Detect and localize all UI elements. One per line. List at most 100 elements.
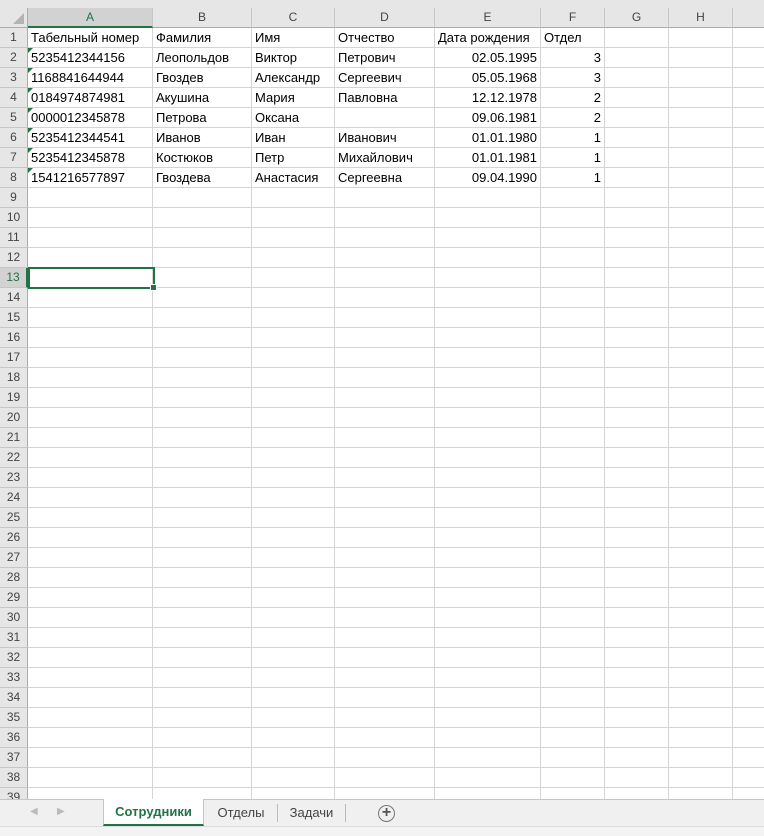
cell[interactable] [252, 248, 335, 268]
cell[interactable] [435, 648, 541, 668]
cell[interactable] [252, 708, 335, 728]
cell[interactable]: Фамилия [153, 28, 252, 48]
cell[interactable] [435, 768, 541, 788]
cell[interactable] [733, 388, 764, 408]
cell[interactable] [28, 548, 153, 568]
cell[interactable] [541, 628, 605, 648]
cell[interactable] [605, 308, 669, 328]
cell[interactable] [335, 728, 435, 748]
row-header[interactable]: 33 [0, 668, 28, 688]
cell[interactable] [252, 608, 335, 628]
cell[interactable] [541, 768, 605, 788]
cell[interactable] [733, 748, 764, 768]
cell[interactable] [733, 608, 764, 628]
cell[interactable] [435, 388, 541, 408]
cell[interactable] [541, 268, 605, 288]
cell[interactable] [605, 208, 669, 228]
cell[interactable] [541, 248, 605, 268]
cell[interactable] [335, 448, 435, 468]
column-header-g[interactable]: G [605, 8, 669, 28]
cell[interactable] [435, 308, 541, 328]
cell[interactable] [541, 308, 605, 328]
cell[interactable]: Отдел [541, 28, 605, 48]
cell[interactable] [541, 328, 605, 348]
cell[interactable] [605, 148, 669, 168]
cell[interactable] [541, 368, 605, 388]
row-header[interactable]: 25 [0, 508, 28, 528]
cell[interactable] [605, 768, 669, 788]
cell[interactable] [733, 168, 764, 188]
cell[interactable]: 5235412344541 [28, 128, 153, 148]
cell[interactable]: Петрович [335, 48, 435, 68]
cell[interactable] [541, 408, 605, 428]
cell[interactable] [335, 708, 435, 728]
cell[interactable]: 01.01.1980 [435, 128, 541, 148]
cell[interactable] [669, 708, 733, 728]
cell[interactable] [153, 208, 252, 228]
cell[interactable] [605, 28, 669, 48]
row-header[interactable]: 16 [0, 328, 28, 348]
cell[interactable] [733, 508, 764, 528]
cell[interactable] [541, 188, 605, 208]
cell[interactable] [733, 528, 764, 548]
tab-otdely[interactable]: Отделы [205, 800, 277, 826]
cell[interactable]: Табельный номер [28, 28, 153, 48]
cell[interactable] [252, 668, 335, 688]
cell[interactable] [335, 288, 435, 308]
cell[interactable] [669, 48, 733, 68]
cell[interactable] [252, 488, 335, 508]
cell[interactable] [605, 388, 669, 408]
cell[interactable] [541, 708, 605, 728]
cell[interactable] [605, 608, 669, 628]
cell[interactable]: Гвоздева [153, 168, 252, 188]
cell[interactable] [335, 468, 435, 488]
cell[interactable] [669, 68, 733, 88]
cell[interactable] [733, 208, 764, 228]
cell[interactable] [153, 628, 252, 648]
cell[interactable] [669, 128, 733, 148]
cell[interactable] [669, 248, 733, 268]
cell[interactable] [605, 368, 669, 388]
cell[interactable]: 0000012345878 [28, 108, 153, 128]
cell[interactable] [153, 488, 252, 508]
cell[interactable] [435, 688, 541, 708]
cell[interactable]: Иванов [153, 128, 252, 148]
cell[interactable] [541, 348, 605, 368]
cell[interactable] [541, 388, 605, 408]
cell[interactable] [153, 248, 252, 268]
cell[interactable] [541, 528, 605, 548]
cell[interactable]: Акушина [153, 88, 252, 108]
cell[interactable] [669, 428, 733, 448]
cell[interactable] [153, 188, 252, 208]
cell[interactable] [335, 688, 435, 708]
cell[interactable] [435, 548, 541, 568]
cell[interactable] [541, 208, 605, 228]
cell[interactable]: 2 [541, 88, 605, 108]
cell[interactable] [252, 388, 335, 408]
row-header[interactable]: 10 [0, 208, 28, 228]
row-header[interactable]: 19 [0, 388, 28, 408]
cell[interactable] [335, 208, 435, 228]
cell[interactable] [335, 368, 435, 388]
cell[interactable] [153, 648, 252, 668]
row-header[interactable]: 21 [0, 428, 28, 448]
row-header[interactable]: 5 [0, 108, 28, 128]
cell[interactable] [605, 628, 669, 648]
cell[interactable] [605, 728, 669, 748]
cell[interactable] [153, 348, 252, 368]
cell[interactable] [605, 128, 669, 148]
row-header[interactable]: 36 [0, 728, 28, 748]
cell[interactable] [435, 248, 541, 268]
row-header[interactable]: 23 [0, 468, 28, 488]
cell[interactable] [252, 208, 335, 228]
cell[interactable] [335, 348, 435, 368]
cell[interactable] [252, 588, 335, 608]
cell[interactable] [669, 288, 733, 308]
column-header[interactable] [733, 8, 764, 28]
cell[interactable] [335, 528, 435, 548]
cell[interactable]: Анастасия [252, 168, 335, 188]
cell[interactable]: Гвоздев [153, 68, 252, 88]
column-header-b[interactable]: B [153, 8, 252, 28]
cell[interactable] [541, 608, 605, 628]
cell[interactable] [733, 408, 764, 428]
